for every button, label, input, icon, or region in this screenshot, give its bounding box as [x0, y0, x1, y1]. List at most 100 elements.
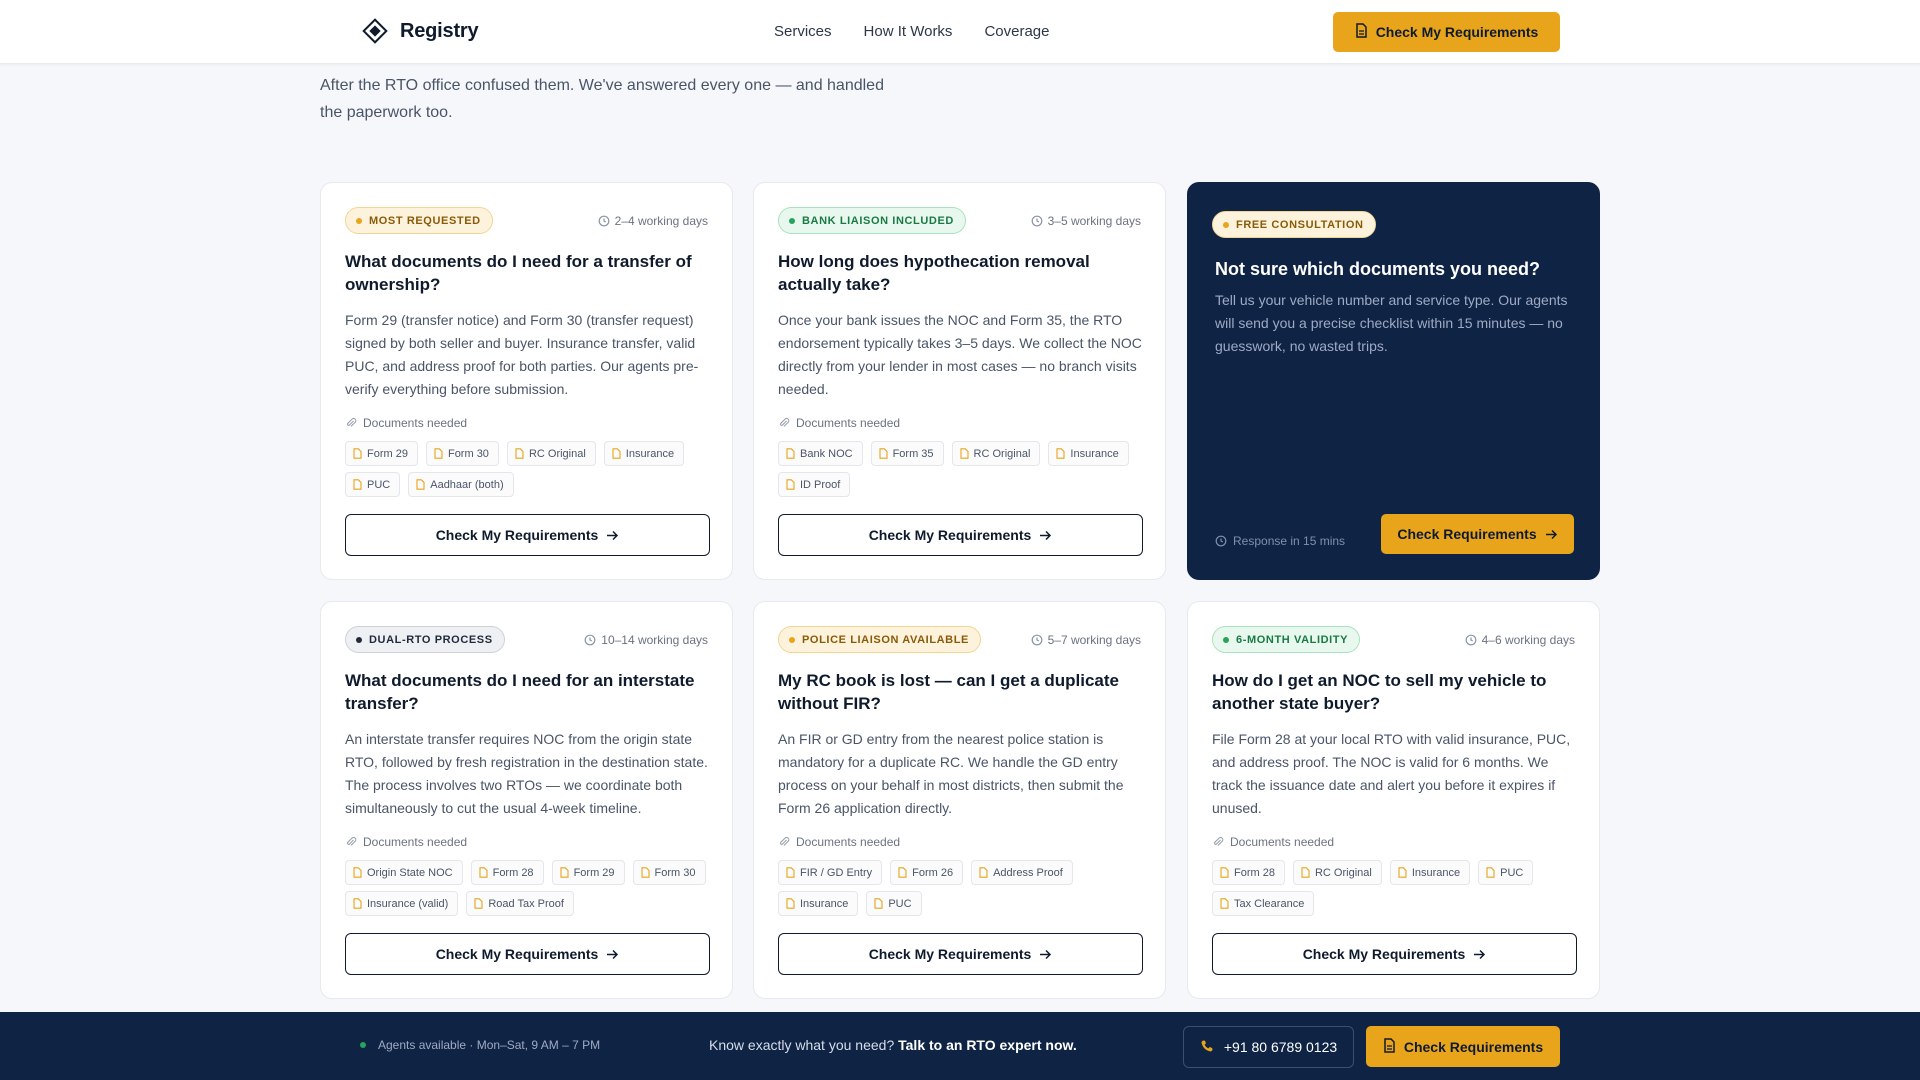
card-title: What documents do I need for an intersta… — [345, 671, 695, 713]
file-icon — [479, 867, 488, 878]
badge-label: MOST REQUESTED — [369, 214, 481, 227]
document-icon — [1355, 23, 1368, 41]
doc-chip: RC Original — [1292, 860, 1382, 885]
time-label: 10–14 working days — [601, 633, 708, 647]
header-cta-label: Check My Requirements — [1375, 24, 1539, 40]
doc-chip-label: Form 29 — [367, 447, 408, 460]
cta-label: Check My Requirements — [1302, 946, 1466, 962]
badge-dot — [789, 636, 795, 643]
header-check-requirements-button[interactable]: Check My Requirements — [1333, 12, 1560, 52]
card-title: How long does hypothecation removal actu… — [778, 252, 1090, 294]
doc-chip-label: Form 29 — [573, 866, 615, 879]
check-requirements-button[interactable]: Check My Requirements — [778, 514, 1143, 556]
cta-label: Check My Requirements — [435, 527, 599, 543]
file-icon — [640, 867, 650, 878]
paperclip-icon — [346, 836, 357, 846]
doc-chip: Form 29 — [551, 860, 625, 885]
badge-dot — [1223, 636, 1229, 643]
doc-chip: Insurance (valid) — [345, 891, 459, 916]
doc-chip: Insurance — [1048, 441, 1129, 466]
free-consultation-card: FREE CONSULTATION Not sure which documen… — [1187, 182, 1600, 580]
badge-label: 6-MONTH VALIDITY — [1236, 633, 1349, 646]
document-chips: Bank NOC Form 35 RC Original Insurance I… — [778, 441, 1148, 497]
doc-chip-label: PUC — [367, 478, 391, 491]
file-icon — [786, 898, 795, 909]
arrow-right-icon — [607, 949, 619, 959]
turnaround-time: 4–6 working days — [1465, 633, 1575, 647]
file-icon — [416, 479, 425, 490]
doc-chip-label: Tax Clearance — [1234, 897, 1305, 910]
doc-chip: RC Original — [951, 441, 1041, 466]
doc-chip: PUC — [866, 891, 922, 916]
docs-label-text: Documents needed — [796, 416, 901, 430]
nav-link-how-it-works[interactable]: How It Works — [864, 23, 953, 40]
badge-dot — [1223, 221, 1229, 228]
main-nav: Services How It Works Coverage — [774, 23, 1049, 40]
document-chips: Form 29 Form 30 RC Original Insurance PU… — [345, 441, 715, 497]
doc-chip: Origin State NOC — [345, 860, 463, 885]
faq-card-interstate-transfer: DUAL-RTO PROCESS 10–14 working days What… — [320, 601, 733, 999]
doc-chip: ID Proof — [778, 472, 851, 497]
doc-chip-label: Insurance — [625, 447, 675, 460]
file-icon — [353, 479, 362, 490]
file-icon — [612, 448, 621, 459]
faq-card-duplicate-rc: POLICE LIAISON AVAILABLE 5–7 working day… — [753, 601, 1166, 999]
sticky-contact-bar: Agents available · Mon–Sat, 9 AM – 7 PM … — [0, 1012, 1920, 1080]
badge-dot — [356, 217, 362, 224]
file-icon — [898, 867, 907, 878]
document-chips: FIR / GD Entry Form 26 Address Proof Ins… — [778, 860, 1148, 916]
brand-name: Registry — [400, 19, 479, 42]
card-badge: 6-MONTH VALIDITY — [1212, 626, 1361, 653]
file-icon — [1220, 898, 1229, 909]
footer-check-requirements-button[interactable]: Check Requirements — [1366, 1026, 1560, 1067]
consult-check-requirements-button[interactable]: Check Requirements — [1381, 514, 1574, 554]
check-requirements-button[interactable]: Check My Requirements — [1212, 933, 1577, 975]
arrow-right-icon — [607, 530, 619, 540]
doc-chip: RC Original — [506, 441, 596, 466]
card-description: An interstate transfer requires NOC from… — [345, 731, 708, 816]
documents-needed-label: Documents needed — [778, 416, 900, 430]
file-icon — [786, 479, 795, 490]
doc-chip-label: Insurance — [800, 897, 849, 910]
paperclip-icon — [779, 417, 790, 427]
file-icon — [1220, 867, 1229, 878]
doc-chip-label: ID Proof — [800, 478, 841, 491]
file-icon — [474, 898, 483, 909]
doc-chip: Address Proof — [971, 860, 1073, 885]
cta-label: Check My Requirements — [868, 946, 1032, 962]
faq-card-noc-sale: 6-MONTH VALIDITY 4–6 working days How do… — [1187, 601, 1600, 999]
documents-needed-label: Documents needed — [778, 835, 900, 849]
nav-link-coverage[interactable]: Coverage — [984, 23, 1049, 40]
arrow-right-icon — [1040, 530, 1052, 540]
badge-label: POLICE LIAISON AVAILABLE — [802, 633, 969, 646]
file-icon — [353, 867, 362, 878]
footer-cta-label: Check Requirements — [1403, 1038, 1544, 1055]
turnaround-time: 10–14 working days — [584, 633, 708, 647]
message-strong: Talk to an RTO expert now. — [898, 1037, 1077, 1053]
doc-chip: Insurance — [1389, 860, 1471, 885]
agent-availability: Agents available · Mon–Sat, 9 AM – 7 PM — [360, 1038, 600, 1052]
nav-link-services[interactable]: Services — [774, 23, 832, 40]
check-requirements-button[interactable]: Check My Requirements — [345, 514, 710, 556]
doc-chip-label: Form 26 — [912, 866, 954, 879]
message-lead: Know exactly what you need? — [709, 1037, 895, 1053]
call-phone-button[interactable]: +91 80 6789 0123 — [1183, 1026, 1354, 1068]
doc-chip: Insurance — [778, 891, 859, 916]
turnaround-time: 3–5 working days — [1031, 214, 1141, 228]
file-icon — [1486, 867, 1495, 878]
phone-number: +91 80 6789 0123 — [1223, 1039, 1338, 1055]
doc-chip-label: Address Proof — [993, 866, 1063, 879]
check-requirements-button[interactable]: Check My Requirements — [778, 933, 1143, 975]
doc-chip-label: PUC — [1500, 866, 1524, 879]
file-icon — [353, 448, 362, 459]
brand-logo[interactable]: Registry — [362, 18, 479, 44]
site-header: Registry Services How It Works Coverage … — [0, 0, 1920, 64]
arrow-right-icon — [1545, 529, 1557, 539]
document-chips: Form 28 RC Original Insurance PUC Tax Cl… — [1212, 860, 1582, 916]
doc-chip: Form 35 — [870, 441, 944, 466]
check-requirements-button[interactable]: Check My Requirements — [345, 933, 710, 975]
card-badge: BANK LIAISON INCLUDED — [778, 207, 966, 234]
doc-chip: Tax Clearance — [1212, 891, 1315, 916]
intro-text: After the RTO office confused them. We'v… — [320, 77, 884, 121]
document-chips: Origin State NOC Form 28 Form 29 Form 30… — [345, 860, 715, 916]
